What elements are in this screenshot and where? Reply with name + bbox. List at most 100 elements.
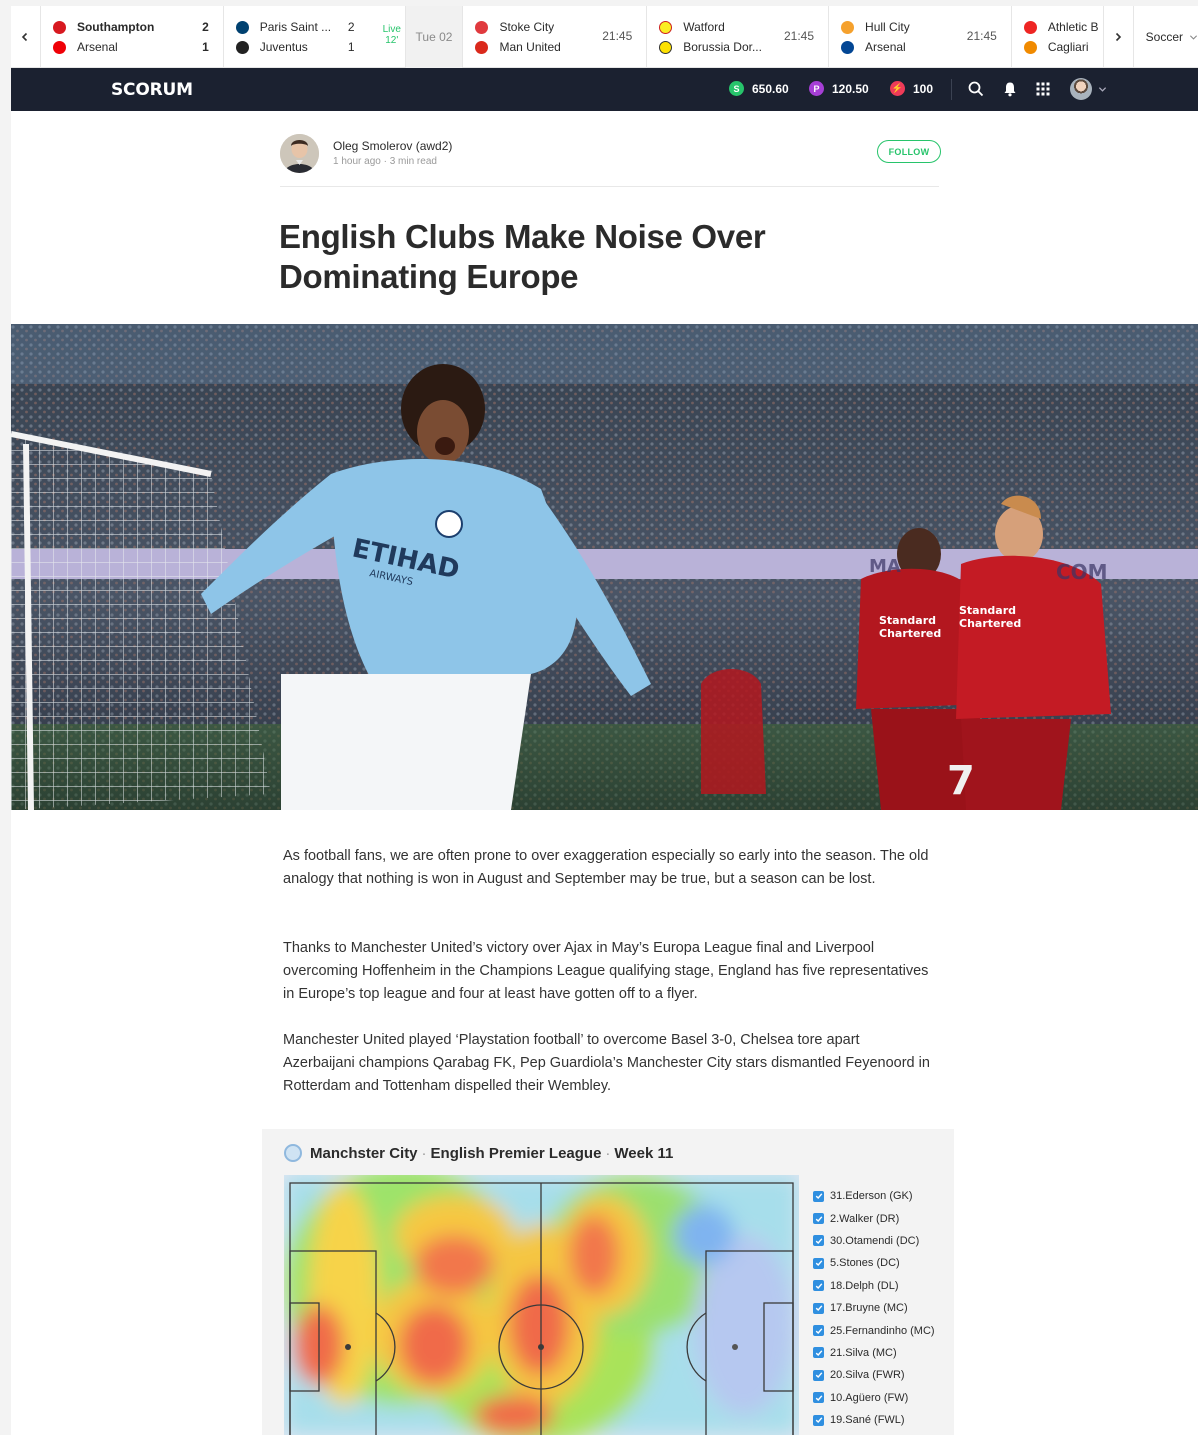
- checkbox-checked-icon[interactable]: [813, 1235, 824, 1247]
- checkbox-checked-icon[interactable]: [813, 1280, 824, 1292]
- author-avatar[interactable]: [280, 134, 319, 173]
- sport-selector[interactable]: Soccer: [1134, 6, 1198, 68]
- checkbox-checked-icon[interactable]: [813, 1347, 824, 1359]
- apps-grid-icon[interactable]: [1034, 80, 1052, 98]
- heatmap-pitch: [284, 1175, 799, 1435]
- search-icon[interactable]: [967, 80, 985, 98]
- player-filter-item[interactable]: 2.Walker (DR): [813, 1207, 935, 1229]
- player-filter-item[interactable]: 17.Bruyne (MC): [813, 1297, 935, 1319]
- team-crest-icon: [841, 40, 855, 54]
- player-name: 20.Silva (FWR): [830, 1369, 905, 1382]
- nav-divider: [951, 79, 952, 100]
- sp-coin-icon: P: [809, 81, 824, 96]
- match-card-live[interactable]: Paris Saint ... 2 Juventus 1 Live 12': [224, 6, 406, 68]
- heatmap-widget: Manchster City · English Premier League …: [262, 1129, 954, 1435]
- player-name: 21.Silva (MC): [830, 1346, 897, 1359]
- svg-text:Standard: Standard: [959, 604, 1016, 617]
- home-team-name: Southampton: [76, 20, 155, 34]
- player-filter-item[interactable]: 21.Silva (MC): [813, 1342, 935, 1364]
- home-score: 2: [347, 20, 355, 34]
- live-status: Live 12': [378, 24, 406, 46]
- balance-value: 120.50: [832, 81, 869, 96]
- follow-button[interactable]: FOLLOW: [877, 140, 941, 163]
- away-team-name: Man United: [499, 40, 561, 54]
- match-card[interactable]: Southampton 2 Arsenal 1: [41, 6, 224, 68]
- author-name[interactable]: Oleg Smolerov (awd2): [333, 139, 452, 153]
- balance-sp[interactable]: P 120.50: [809, 81, 869, 96]
- balance-energy[interactable]: ⚡ 100: [890, 81, 933, 96]
- scores-prev-button[interactable]: [11, 6, 41, 68]
- player-filter-item[interactable]: 19.Sané (FWL): [813, 1409, 935, 1431]
- checkbox-checked-icon[interactable]: [813, 1392, 824, 1404]
- home-team-name: Athletic B: [1047, 20, 1099, 34]
- away-team-name: Arsenal: [865, 40, 906, 54]
- match-card[interactable]: Stoke City Man United 21:45: [463, 6, 648, 68]
- player-filter-item[interactable]: 31.Ederson (GK): [813, 1185, 935, 1207]
- pitch-heatmap-image: [284, 1175, 799, 1435]
- bell-icon[interactable]: [1001, 80, 1019, 98]
- team-crest-icon: [235, 20, 249, 34]
- sport-label: Soccer: [1145, 30, 1184, 44]
- player-filter-list: 31.Ederson (GK) 2.Walker (DR) 30.Otamendi …: [813, 1185, 935, 1431]
- svg-text:7: 7: [947, 758, 975, 804]
- kickoff-time: 21:45: [784, 29, 815, 43]
- article-card: Oleg Smolerov (awd2) 1 hour ago · 3 min …: [11, 111, 1198, 1435]
- team-crest-icon: [841, 20, 855, 34]
- match-card[interactable]: Athletic B Cagliari: [1012, 6, 1104, 68]
- article-paragraph: Thanks to Manchester United’s victory ov…: [283, 940, 929, 1002]
- checkbox-checked-icon[interactable]: [813, 1325, 824, 1337]
- title-separator: ·: [605, 1144, 611, 1162]
- balance-value: 100: [913, 81, 934, 96]
- svg-text:COM: COM: [1056, 560, 1108, 584]
- checkbox-checked-icon[interactable]: [813, 1414, 824, 1426]
- away-team-name: Borussia Dor...: [683, 40, 762, 54]
- balance-scr[interactable]: S 650.60: [729, 81, 789, 96]
- checkbox-checked-icon[interactable]: [813, 1302, 824, 1314]
- live-label: Live: [382, 24, 401, 35]
- chevron-down-icon[interactable]: [1098, 85, 1107, 94]
- team-crest-icon: [1023, 40, 1037, 54]
- balance-value: 650.60: [752, 81, 789, 96]
- player-name: 2.Walker (DR): [830, 1212, 900, 1225]
- scorum-logo[interactable]: SCORUM: [111, 80, 193, 100]
- scores-next-button[interactable]: [1104, 6, 1134, 68]
- scr-coin-icon: S: [729, 81, 744, 96]
- chevron-left-icon: [22, 32, 28, 42]
- live-minute: 12': [385, 35, 399, 46]
- kickoff-time: 21:45: [966, 29, 997, 43]
- svg-text:MA: MA: [869, 556, 901, 577]
- player-filter-item[interactable]: 30.Otamendi (DC): [813, 1230, 935, 1252]
- chevron-right-icon: [1116, 32, 1122, 42]
- player-filter-item[interactable]: 18.Delph (DL): [813, 1275, 935, 1297]
- home-team-name: Hull City: [865, 20, 910, 34]
- player-name: 19.Sané (FWL): [830, 1414, 905, 1427]
- player-name: 10.Agüero (FW): [830, 1391, 909, 1404]
- author-portrait-image: [280, 134, 319, 173]
- player-filter-item[interactable]: 10.Agüero (FW): [813, 1387, 935, 1409]
- hero-image: ETIHAD AIRWAYS Standard Chartered Standa…: [11, 324, 1198, 810]
- checkbox-checked-icon[interactable]: [813, 1190, 824, 1202]
- player-name: 31.Ederson (GK): [830, 1190, 913, 1203]
- checkbox-checked-icon[interactable]: [813, 1213, 824, 1225]
- article-paragraph: Manchester United played ‘Playstation fo…: [283, 1032, 930, 1094]
- football-celebration-image: ETIHAD AIRWAYS Standard Chartered Standa…: [11, 324, 1198, 810]
- home-team-name: Stoke City: [499, 20, 555, 34]
- header-divider: [280, 186, 939, 187]
- post-meta: 1 hour ago · 3 min read: [333, 156, 437, 167]
- match-card[interactable]: Hull City Arsenal 21:45: [829, 6, 1012, 68]
- home-score: 2: [202, 20, 209, 34]
- match-card[interactable]: Watford Borussia Dor... 21:45: [647, 6, 830, 68]
- widget-league: English Premier League: [430, 1144, 602, 1162]
- player-filter-item[interactable]: 5.Stones (DC): [813, 1252, 935, 1274]
- svg-text:Chartered: Chartered: [879, 627, 941, 640]
- away-team-name: Juventus: [259, 40, 308, 54]
- checkbox-checked-icon[interactable]: [813, 1369, 824, 1381]
- user-avatar[interactable]: [1070, 78, 1092, 100]
- team-crest-icon: [659, 40, 673, 54]
- team-crest-icon: [52, 40, 66, 54]
- player-name: 5.Stones (DC): [830, 1257, 900, 1270]
- checkbox-checked-icon[interactable]: [813, 1257, 824, 1269]
- player-filter-item[interactable]: 25.Fernandinho (MC): [813, 1319, 935, 1341]
- player-filter-item[interactable]: 20.Silva (FWR): [813, 1364, 935, 1386]
- article-title: English Clubs Make Noise Over Dominating…: [279, 218, 766, 295]
